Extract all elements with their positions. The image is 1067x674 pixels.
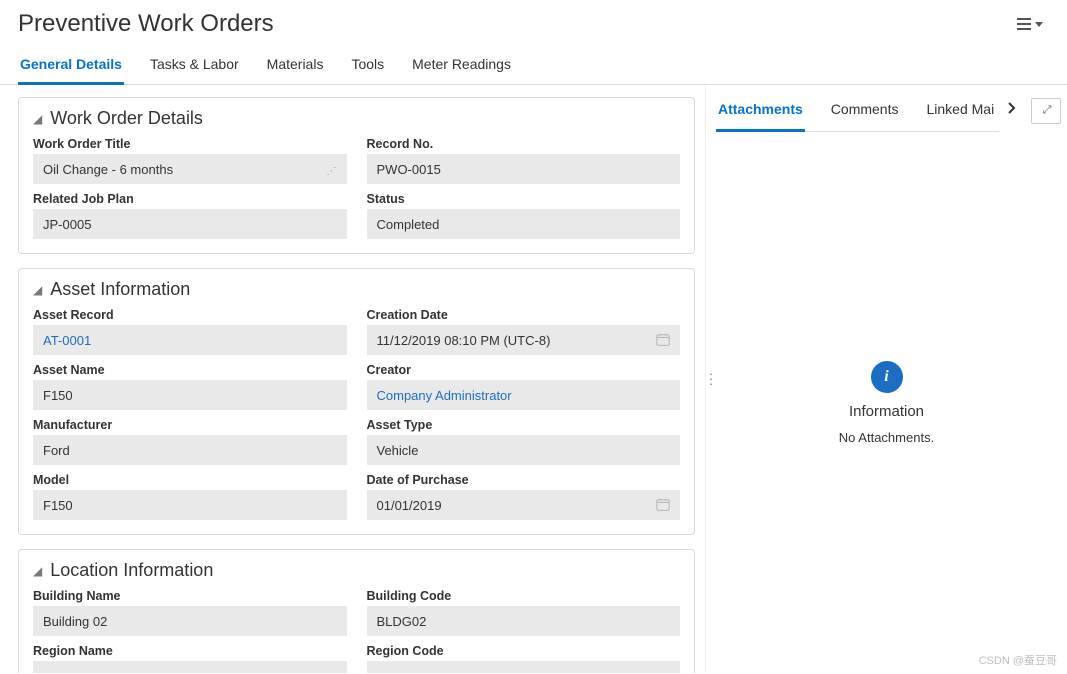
label-related-job-plan: Related Job Plan (33, 192, 347, 206)
section-title: Work Order Details (50, 108, 203, 129)
label-creation-date: Creation Date (367, 308, 681, 322)
tab-tools[interactable]: Tools (349, 46, 386, 84)
input-date-of-purchase[interactable]: 01/01/2019 (367, 490, 681, 520)
input-record-no[interactable]: PWO-0015 (367, 154, 681, 184)
label-asset-record: Asset Record (33, 308, 347, 322)
resize-handle-icon[interactable]: ⋰ (327, 166, 337, 177)
info-heading: Information (849, 403, 924, 420)
page-title: Preventive Work Orders (18, 10, 274, 38)
label-building-code: Building Code (367, 589, 681, 603)
tab-attachments[interactable]: Attachments (716, 89, 805, 132)
info-message: No Attachments. (839, 430, 934, 445)
tab-comments[interactable]: Comments (829, 89, 901, 131)
input-asset-type[interactable]: Vehicle (367, 435, 681, 465)
input-region-name[interactable] (33, 661, 347, 673)
value-creation-date: 11/12/2019 08:10 PM (UTC-8) (377, 333, 551, 348)
value-asset-record: AT-0001 (43, 333, 91, 348)
input-status[interactable]: Completed (367, 209, 681, 239)
label-region-code: Region Code (367, 644, 681, 658)
input-region-code[interactable] (367, 661, 681, 673)
section-title: Asset Information (50, 279, 190, 300)
value-date-of-purchase: 01/01/2019 (377, 498, 442, 513)
section-title: Location Information (50, 560, 213, 581)
label-work-order-title: Work Order Title (33, 137, 347, 151)
chevron-right-icon (1007, 101, 1017, 115)
form-scroll-area[interactable]: ◢ Work Order Details Work Order Title Oi… (0, 85, 705, 673)
value-asset-name: F150 (43, 388, 73, 403)
input-asset-name[interactable]: F150 (33, 380, 347, 410)
tab-tasks-labor[interactable]: Tasks & Labor (148, 46, 241, 84)
collapse-icon[interactable]: ◢ (33, 112, 42, 126)
label-creator: Creator (367, 363, 681, 377)
label-asset-name: Asset Name (33, 363, 347, 377)
tab-general-details[interactable]: General Details (18, 46, 124, 85)
label-model: Model (33, 473, 347, 487)
tabs-scroll-right[interactable] (999, 93, 1025, 128)
section-asset-information: ◢ Asset Information Asset Record AT-0001… (18, 268, 695, 535)
info-icon: i (871, 361, 903, 393)
label-building-name: Building Name (33, 589, 347, 603)
value-model: F150 (43, 498, 73, 513)
side-panel: ⋮ Attachments Comments Linked Mai ⤢ i In… (705, 85, 1067, 673)
label-manufacturer: Manufacturer (33, 418, 347, 432)
input-building-name[interactable]: Building 02 (33, 606, 347, 636)
chevron-down-icon (1035, 22, 1043, 27)
value-record-no: PWO-0015 (377, 162, 441, 177)
section-work-order-details: ◢ Work Order Details Work Order Title Oi… (18, 97, 695, 254)
collapse-icon[interactable]: ◢ (33, 283, 42, 297)
tab-materials[interactable]: Materials (265, 46, 326, 84)
main-tabs: General Details Tasks & Labor Materials … (0, 46, 1067, 85)
label-record-no: Record No. (367, 137, 681, 151)
input-asset-record[interactable]: AT-0001 (33, 325, 347, 355)
label-asset-type: Asset Type (367, 418, 681, 432)
calendar-icon[interactable] (656, 498, 670, 512)
tab-linked-mail[interactable]: Linked Mai (924, 89, 996, 131)
section-location-information: ◢ Location Information Building Name Bui… (18, 549, 695, 673)
watermark: CSDN @蚕豆哥 (979, 652, 1057, 668)
panel-resize-handle[interactable]: ⋮ (704, 377, 718, 382)
value-asset-type: Vehicle (377, 443, 419, 458)
value-work-order-title: Oil Change - 6 months (43, 162, 173, 177)
side-tabs: Attachments Comments Linked Mai (716, 89, 999, 132)
attachments-empty-state: i Information No Attachments. (706, 133, 1067, 673)
expand-panel-button[interactable]: ⤢ (1031, 98, 1061, 124)
label-status: Status (367, 192, 681, 206)
value-creator: Company Administrator (377, 388, 512, 403)
page-actions-menu[interactable] (1011, 12, 1049, 36)
value-related-job-plan: JP-0005 (43, 217, 91, 232)
input-building-code[interactable]: BLDG02 (367, 606, 681, 636)
input-manufacturer[interactable]: Ford (33, 435, 347, 465)
collapse-icon[interactable]: ◢ (33, 564, 42, 578)
value-building-name: Building 02 (43, 614, 107, 629)
input-creation-date[interactable]: 11/12/2019 08:10 PM (UTC-8) (367, 325, 681, 355)
expand-icon: ⤢ (1043, 104, 1050, 117)
tab-meter-readings[interactable]: Meter Readings (410, 46, 513, 84)
value-manufacturer: Ford (43, 443, 70, 458)
hamburger-icon (1017, 18, 1031, 30)
input-creator[interactable]: Company Administrator (367, 380, 681, 410)
input-related-job-plan[interactable]: JP-0005 (33, 209, 347, 239)
label-date-of-purchase: Date of Purchase (367, 473, 681, 487)
label-region-name: Region Name (33, 644, 347, 658)
input-model[interactable]: F150 (33, 490, 347, 520)
input-work-order-title[interactable]: Oil Change - 6 months ⋰ (33, 154, 347, 184)
calendar-icon[interactable] (656, 333, 670, 347)
value-building-code: BLDG02 (377, 614, 427, 629)
value-status: Completed (377, 217, 440, 232)
